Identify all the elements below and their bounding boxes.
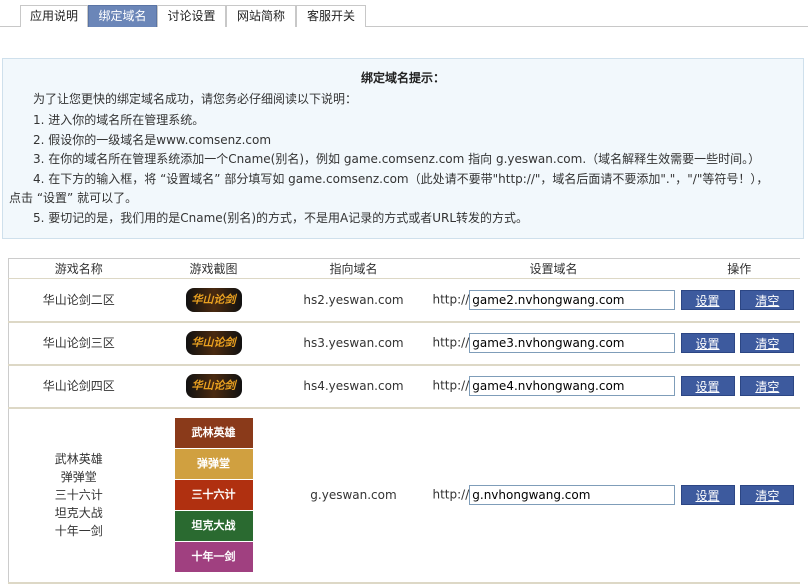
http-prefix: http:// [432, 335, 470, 350]
game-name: 坦克大战 [54, 506, 103, 520]
domain-input[interactable]: game3.nvhongwang.com [469, 333, 676, 353]
game-screenshot: 华山论剑 [185, 331, 242, 355]
tips-step: 4. 在下方的输入框，将 “设置域名” 部分填写如 game.comsenz.c… [33, 172, 769, 186]
tips-step: 2. 假设你的一级域名是www.comsenz.com [33, 133, 272, 147]
tab-site-shortname[interactable]: 网站简称 [226, 5, 296, 27]
game-screenshot: 弹弹堂 [174, 449, 253, 479]
game-screenshot: 三十六计 [174, 480, 253, 510]
game-name: 十年一剑 [54, 524, 103, 538]
col-target-domain: 指向域名 [278, 258, 429, 279]
game-name: 三十六计 [54, 488, 103, 502]
target-domain: g.yeswan.com [278, 407, 429, 584]
game-screenshot: 十年一剑 [174, 542, 253, 572]
clear-button[interactable]: 清空 [740, 485, 795, 505]
tab-bar: 应用说明 绑定域名 讨论设置 网站简称 客服开关 [0, 0, 808, 27]
col-game-name: 游戏名称 [8, 258, 149, 279]
domain-input[interactable]: game2.nvhongwang.com [469, 289, 676, 310]
tips-step: 点击 “设置” 就可以了。 [9, 191, 138, 205]
set-button[interactable]: 设置 [680, 333, 735, 353]
http-prefix: http:// [432, 378, 470, 393]
game-name: 弹弹堂 [60, 470, 97, 484]
tab-bind-domain[interactable]: 绑定域名 [88, 5, 157, 27]
game-screenshot: 华山论剑 [185, 287, 242, 312]
domain-table: 游戏名称 游戏截图 指向域名 设置域名 操作 华山论剑二区 华山论剑 hs2.ye… [8, 258, 800, 584]
table-row: 华山论剑二区 华山论剑 hs2.yeswan.com http://game2.n… [8, 278, 800, 323]
game-name: 华山论剑三区 [42, 336, 115, 350]
target-domain: hs3.yeswan.com [278, 321, 429, 366]
table-row: 华山论剑四区 华山论剑 hs4.yeswan.com http://game4.n… [8, 364, 800, 409]
set-button[interactable]: 设置 [680, 289, 735, 310]
table-row: 武林英雄 弹弹堂 三十六计 坦克大战 十年一剑 武林英雄 弹弹堂 三十六计 坦克大战 十年一剑 g… [8, 407, 800, 584]
tips-step: 5. 要切记的是，我们用的是Cname(别名)的方式，不是用A记录的方式或者UR… [33, 211, 529, 225]
tips-intro: 为了让您更快的绑定域名成功，请您务必仔细阅读以下说明： [33, 92, 358, 106]
tab-app-info[interactable]: 应用说明 [20, 5, 88, 27]
target-domain: hs4.yeswan.com [278, 364, 429, 409]
tips-step: 3. 在你的域名所在管理系统添加一个Cname(别名)，例如 game.coms… [33, 152, 761, 166]
domain-input[interactable]: g.nvhongwang.com [469, 485, 676, 505]
game-screenshot: 坦克大战 [174, 511, 253, 541]
game-name: 华山论剑二区 [42, 292, 115, 307]
http-prefix: http:// [432, 292, 470, 307]
game-screenshot: 华山论剑 [185, 374, 242, 398]
target-domain: hs2.yeswan.com [278, 278, 429, 323]
set-button[interactable]: 设置 [680, 485, 735, 505]
tips-title: 绑定域名提示： [360, 71, 445, 85]
set-button[interactable]: 设置 [680, 376, 735, 396]
bind-domain-tips: 绑定域名提示： 为了让您更快的绑定域名成功，请您务必仔细阅读以下说明： 1. 进… [2, 58, 804, 239]
tab-discussion-settings[interactable]: 讨论设置 [157, 5, 226, 27]
tab-service-switch[interactable]: 客服开关 [296, 5, 366, 27]
domain-input[interactable]: game4.nvhongwang.com [469, 376, 676, 396]
col-set-domain: 设置域名 [428, 258, 679, 279]
col-screenshot: 游戏截图 [148, 258, 279, 279]
col-actions: 操作 [678, 258, 800, 279]
clear-button[interactable]: 清空 [740, 289, 795, 310]
table-row: 华山论剑三区 华山论剑 hs3.yeswan.com http://game3.n… [8, 321, 800, 366]
http-prefix: http:// [432, 487, 470, 502]
clear-button[interactable]: 清空 [740, 333, 795, 353]
tips-step: 1. 进入你的域名所在管理系统。 [33, 113, 205, 127]
game-name: 武林英雄 [54, 452, 103, 466]
game-screenshot: 武林英雄 [174, 418, 253, 448]
clear-button[interactable]: 清空 [740, 376, 795, 396]
game-name: 华山论剑四区 [42, 379, 115, 393]
